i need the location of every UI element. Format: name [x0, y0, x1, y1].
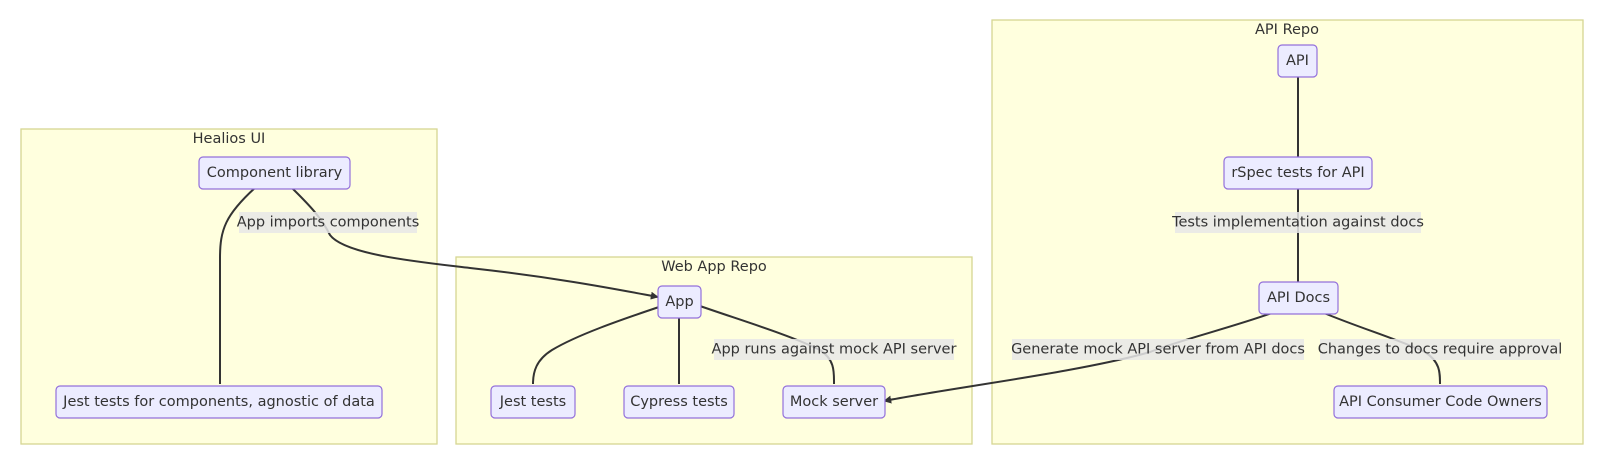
node-rspec-tests[interactable]: rSpec tests for API — [1223, 156, 1373, 190]
node-jest-tests[interactable]: Jest tests — [490, 385, 576, 419]
edge-label-generate-mock: Generate mock API server from API docs — [1011, 339, 1305, 360]
cluster-api-repo-label: API Repo — [1255, 22, 1319, 38]
edge-label-docs-approval-text: Changes to docs require approval — [1318, 342, 1563, 358]
node-api-consumer-code-owners-label: API Consumer Code Owners — [1339, 394, 1542, 410]
node-rspec-tests-label: rSpec tests for API — [1231, 165, 1364, 181]
edge-label-tests-implementation-text: Tests implementation against docs — [1171, 215, 1424, 231]
node-jest-tests-label: Jest tests — [499, 394, 566, 410]
cluster-healios-ui-label: Healios UI — [193, 131, 266, 147]
node-api-docs-label: API Docs — [1267, 290, 1330, 306]
cluster-web-app-repo-label: Web App Repo — [661, 259, 767, 275]
edge-label-app-runs-against-mock-text: App runs against mock API server — [712, 342, 957, 358]
edge-label-app-imports-components-text: App imports components — [237, 215, 420, 231]
edge-label-docs-approval: Changes to docs require approval — [1318, 339, 1563, 360]
edge-label-app-runs-against-mock: App runs against mock API server — [712, 339, 957, 360]
node-cypress-tests[interactable]: Cypress tests — [623, 385, 735, 419]
node-cypress-tests-label: Cypress tests — [630, 394, 728, 410]
node-api-consumer-code-owners[interactable]: API Consumer Code Owners — [1333, 385, 1548, 419]
node-app[interactable]: App — [657, 285, 702, 319]
node-mock-server[interactable]: Mock server — [782, 385, 886, 419]
node-api-docs[interactable]: API Docs — [1258, 281, 1339, 315]
node-api[interactable]: API — [1277, 44, 1318, 78]
edge-label-app-imports-components: App imports components — [237, 212, 420, 233]
node-jest-tests-components[interactable]: Jest tests for components, agnostic of d… — [55, 385, 383, 419]
node-mock-server-label: Mock server — [790, 394, 878, 410]
edge-label-generate-mock-text: Generate mock API server from API docs — [1011, 342, 1305, 358]
edge-label-tests-implementation: Tests implementation against docs — [1171, 212, 1424, 233]
node-api-label: API — [1286, 53, 1309, 69]
node-jest-tests-components-label: Jest tests for components, agnostic of d… — [62, 394, 375, 410]
node-app-label: App — [665, 294, 693, 310]
flowchart-diagram: Healios UI Web App Repo API Repo App imp… — [20, 19, 1584, 445]
node-component-library-label: Component library — [207, 165, 343, 181]
node-component-library[interactable]: Component library — [198, 156, 351, 190]
